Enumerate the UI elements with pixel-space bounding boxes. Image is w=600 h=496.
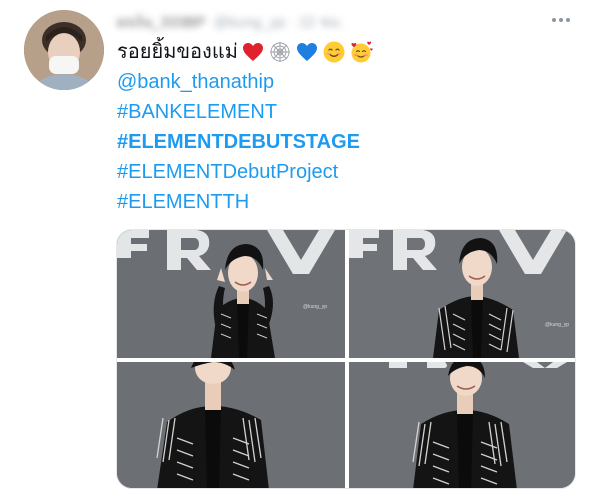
tweet-body: รอยยิ้มของแม่ @bank_thanathip #BANKELEME… [117,37,577,217]
hashtag-link[interactable]: #ELEMENTTH [117,187,577,217]
mention-link[interactable]: @bank_thanathip [117,67,577,97]
ellipsis-icon [552,18,570,22]
svg-text:@kung_yp: @kung_yp [545,322,569,328]
tweet-card: ผจง์น_333BP @kung_yp · 22 ชม. รอยยิ้มของ… [0,0,600,496]
smiling-face-with-hearts-icon [349,40,373,64]
media-grid: @kung_yp @kung_yp [116,229,576,489]
spider-web-icon [268,40,292,64]
red-heart-icon [241,40,265,64]
blue-heart-icon [295,40,319,64]
author-handle-and-time[interactable]: @kung_yp · 22 ชม. [214,10,344,34]
tweet-text: รอยยิ้มของแม่ [117,41,238,63]
hashtag-link[interactable]: #ELEMENTDebutProject [117,157,577,187]
hashtag-link[interactable]: #ELEMENTDEBUTSTAGE [117,127,577,157]
avatar[interactable] [24,10,104,90]
svg-text:@kung_yp: @kung_yp [303,304,327,310]
tweet-photo-4[interactable] [349,362,575,488]
tweet-photo-1[interactable]: @kung_yp [117,230,345,358]
tweet-header: ผจง์น_333BP @kung_yp · 22 ชม. [117,12,344,32]
avatar-image [24,10,104,90]
hashtag-link[interactable]: #BANKELEMENT [117,97,577,127]
tweet-text-line: รอยยิ้มของแม่ [117,37,577,67]
more-options-button[interactable] [548,10,574,30]
tweet-photo-2[interactable]: @kung_yp [349,230,575,358]
smiling-face-icon [322,40,346,64]
author-display-name[interactable]: ผจง์น_333BP [117,10,206,34]
tweet-photo-3[interactable] [117,362,345,488]
